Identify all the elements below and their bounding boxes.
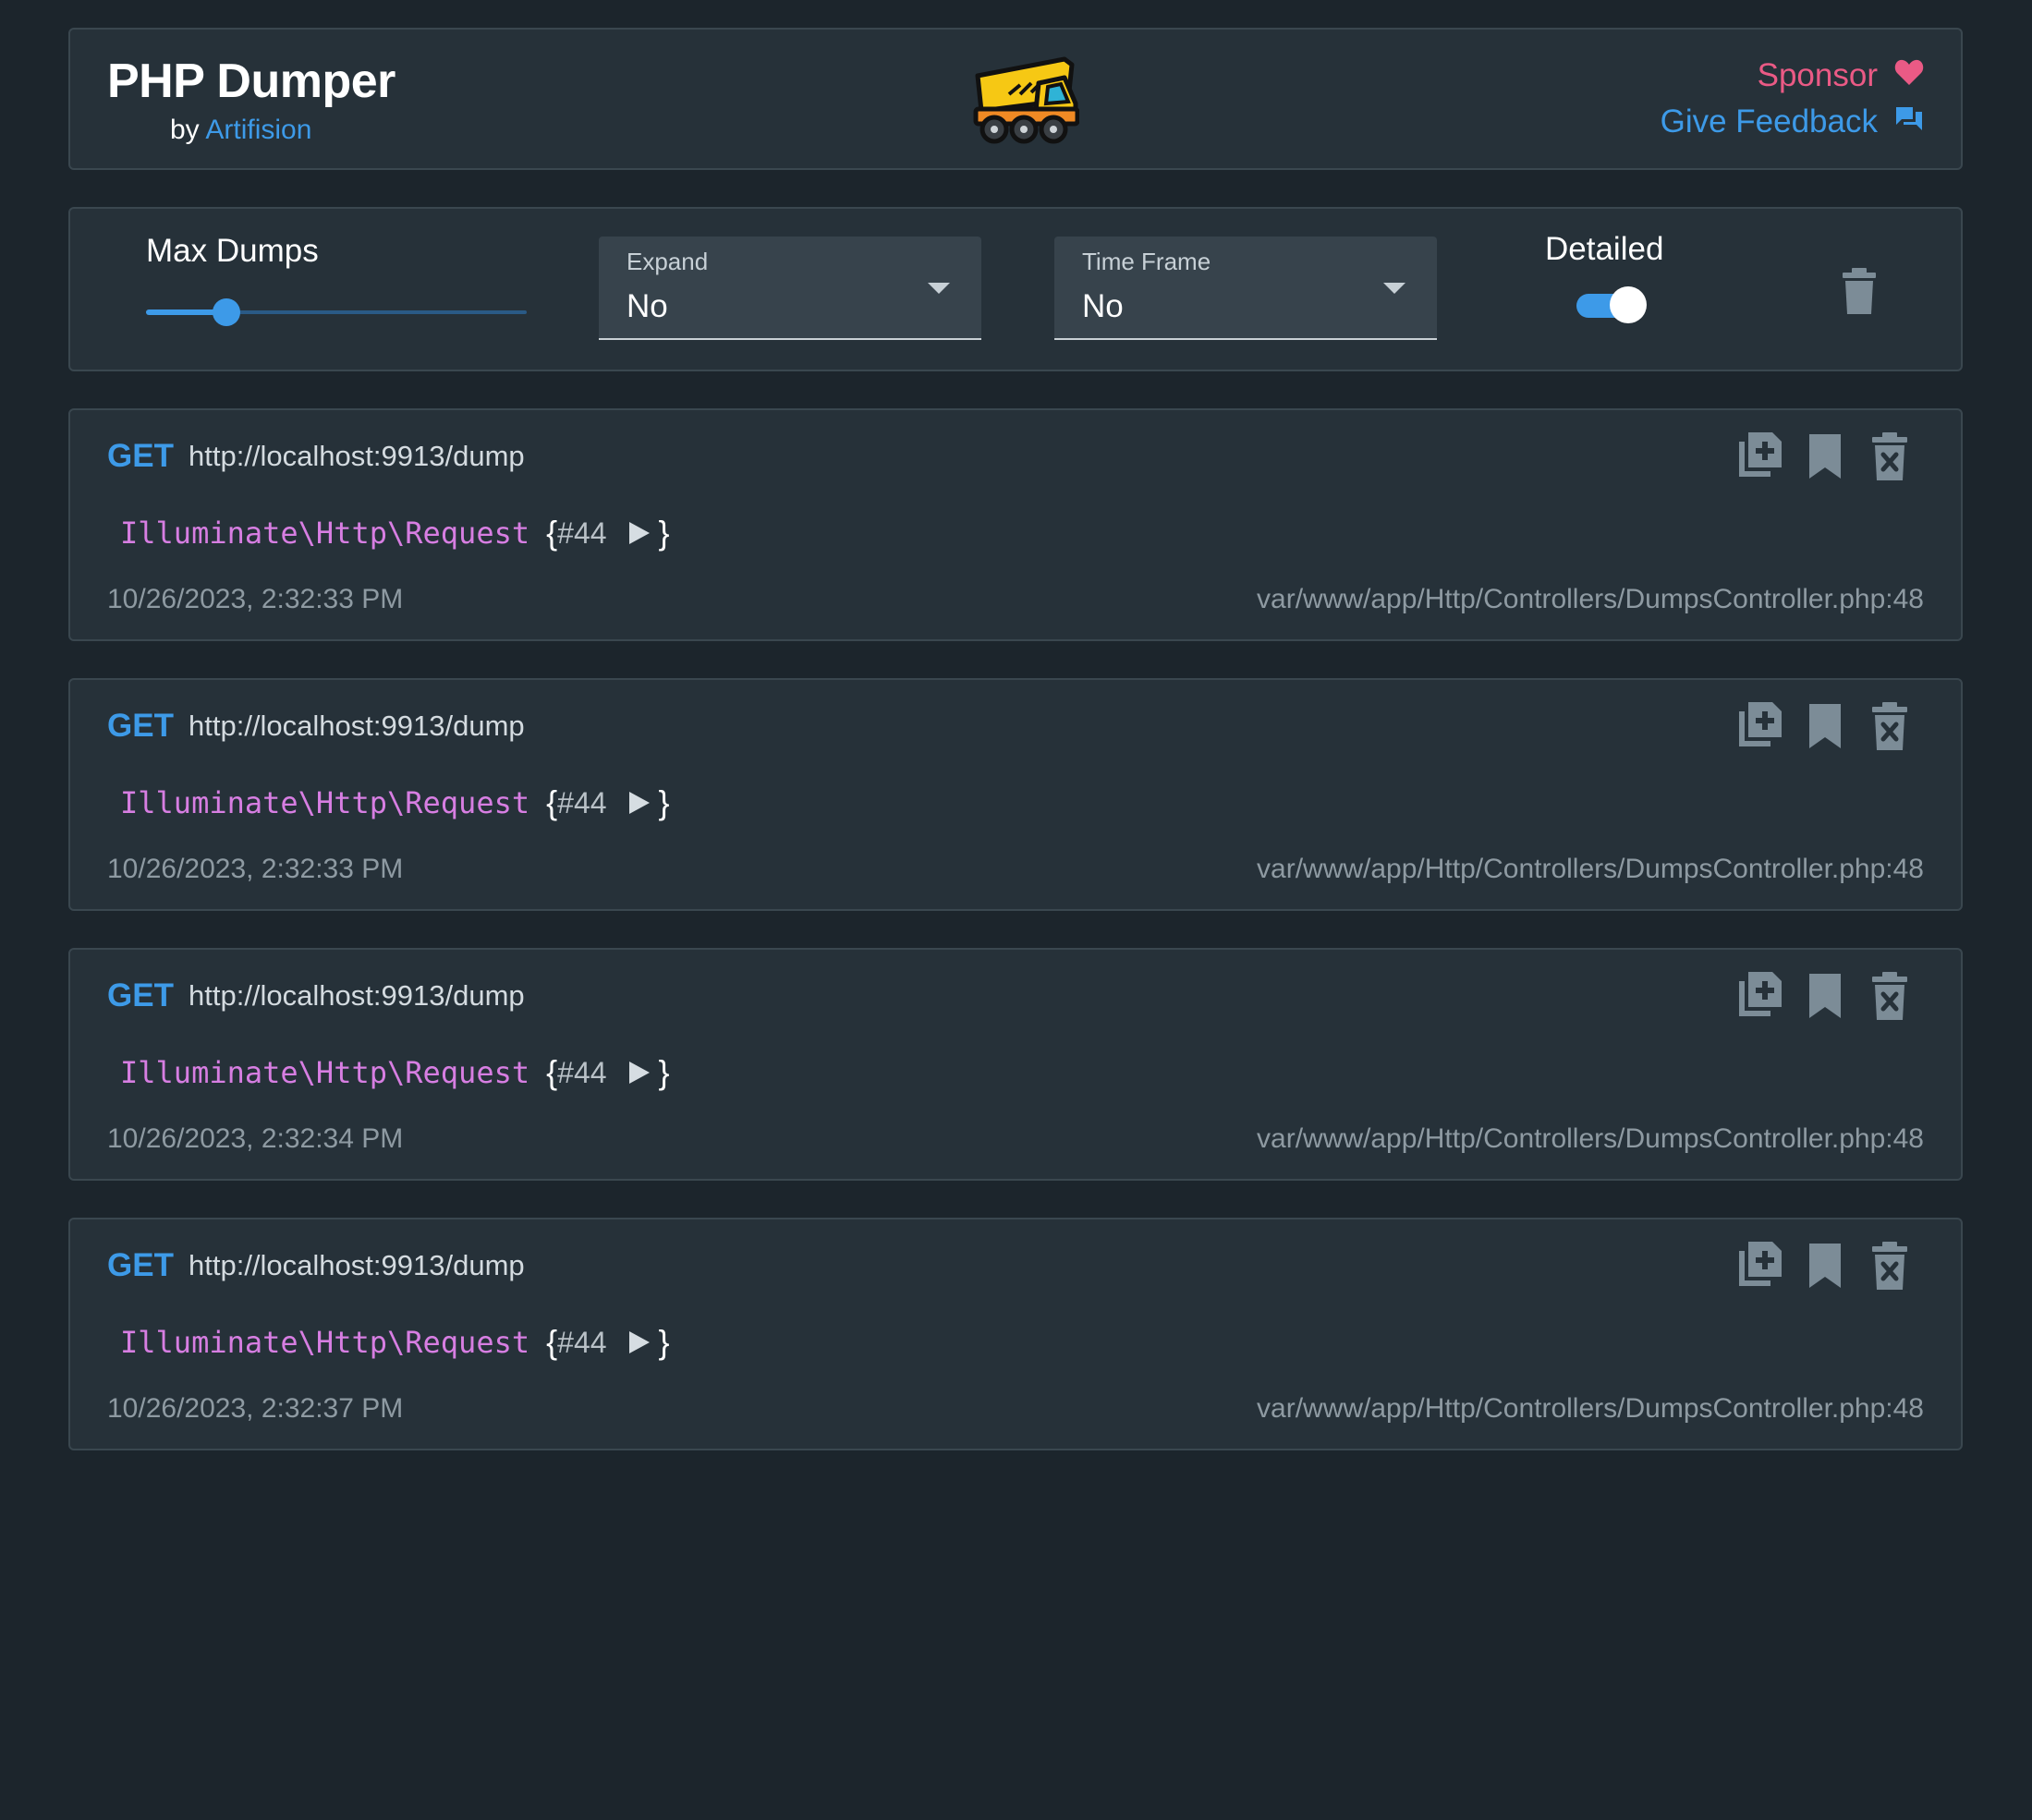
detailed-label: Detailed xyxy=(1545,231,1664,267)
toolbar: Max Dumps Expand No Time Frame No Detail… xyxy=(68,207,1963,371)
expand-arrow-icon[interactable] xyxy=(628,1062,650,1084)
max-dumps-label: Max Dumps xyxy=(146,233,319,269)
class-name: Illuminate\Http\Request xyxy=(120,785,530,820)
dump-file-location[interactable]: var/www/app/Http/Controllers/DumpsContro… xyxy=(1257,1123,1924,1155)
expand-arrow-icon[interactable] xyxy=(628,792,650,814)
dump-timestamp: 10/26/2023, 2:32:33 PM xyxy=(107,854,404,884)
sponsor-label: Sponsor xyxy=(1757,57,1878,93)
object-ref: #44 xyxy=(557,516,607,550)
http-method: GET xyxy=(107,438,174,474)
app-header: PHP Dumper by Artifision Sponsor Give Fe… xyxy=(68,28,1963,170)
dump-card: GET http://localhost:9913/dump Illuminat… xyxy=(68,948,1963,1181)
copy-icon[interactable] xyxy=(1735,970,1785,1022)
open-brace: { xyxy=(546,514,558,552)
object-ref: #44 xyxy=(557,1325,607,1359)
open-brace: { xyxy=(546,1323,558,1361)
dump-truck-icon xyxy=(972,55,1080,144)
dump-actions xyxy=(1735,700,1915,752)
close-brace: } xyxy=(658,1053,670,1091)
class-name: Illuminate\Http\Request xyxy=(120,1325,530,1360)
time-frame-select-value: No xyxy=(1082,288,1124,324)
clear-all-button[interactable] xyxy=(1839,268,1880,316)
max-dumps-slider[interactable] xyxy=(146,294,527,331)
request-url: http://localhost:9913/dump xyxy=(189,1249,525,1281)
expand-arrow-icon[interactable] xyxy=(628,1331,650,1353)
delete-icon[interactable] xyxy=(1865,431,1915,482)
http-method: GET xyxy=(107,708,174,744)
byline-prefix: by xyxy=(170,115,200,145)
dump-file-location[interactable]: var/www/app/Http/Controllers/DumpsContro… xyxy=(1257,584,1924,615)
request-url: http://localhost:9913/dump xyxy=(189,440,525,472)
dump-card: GET http://localhost:9913/dump Illuminat… xyxy=(68,408,1963,641)
dump-file-location[interactable]: var/www/app/Http/Controllers/DumpsContro… xyxy=(1257,1393,1924,1425)
dump-value: Illuminate\Http\Request { #44 } xyxy=(120,1323,670,1362)
heart-icon xyxy=(1894,57,1924,94)
class-name: Illuminate\Http\Request xyxy=(120,1055,530,1090)
expand-arrow-icon[interactable] xyxy=(628,522,650,544)
dump-value: Illuminate\Http\Request { #44 } xyxy=(120,1053,670,1092)
trash-icon xyxy=(1839,268,1880,320)
dump-timestamp: 10/26/2023, 2:32:33 PM xyxy=(107,584,404,614)
copy-icon[interactable] xyxy=(1735,700,1785,752)
slider-thumb[interactable] xyxy=(212,298,240,326)
detailed-toggle[interactable] xyxy=(1576,285,1647,325)
expand-select-value: No xyxy=(627,288,668,324)
dump-actions xyxy=(1735,431,1915,482)
open-brace: { xyxy=(546,1053,558,1091)
open-brace: { xyxy=(546,783,558,821)
close-brace: } xyxy=(658,783,670,821)
copy-icon[interactable] xyxy=(1735,431,1785,482)
dump-value: Illuminate\Http\Request { #44 } xyxy=(120,514,670,552)
dump-file-location[interactable]: var/www/app/Http/Controllers/DumpsContro… xyxy=(1257,854,1924,885)
feedback-label: Give Feedback xyxy=(1660,103,1878,140)
copy-icon[interactable] xyxy=(1735,1240,1785,1292)
bookmark-icon[interactable] xyxy=(1800,700,1850,752)
delete-icon[interactable] xyxy=(1865,1240,1915,1292)
time-frame-select[interactable]: Time Frame No xyxy=(1054,237,1437,340)
dump-actions xyxy=(1735,1240,1915,1292)
object-ref: #44 xyxy=(557,1055,607,1089)
app-page: PHP Dumper by Artifision Sponsor Give Fe… xyxy=(0,0,2032,1820)
http-method: GET xyxy=(107,1247,174,1283)
delete-icon[interactable] xyxy=(1865,970,1915,1022)
toggle-knob xyxy=(1610,286,1647,323)
bookmark-icon[interactable] xyxy=(1800,431,1850,482)
dump-actions xyxy=(1735,970,1915,1022)
give-feedback-link[interactable]: Give Feedback xyxy=(1661,103,1924,140)
bookmark-icon[interactable] xyxy=(1800,970,1850,1022)
close-brace: } xyxy=(658,1323,670,1361)
close-brace: } xyxy=(658,514,670,552)
dump-timestamp: 10/26/2023, 2:32:37 PM xyxy=(107,1393,404,1424)
dump-timestamp: 10/26/2023, 2:32:34 PM xyxy=(107,1123,404,1154)
request-url: http://localhost:9913/dump xyxy=(189,979,525,1012)
app-title: PHP Dumper xyxy=(107,55,395,108)
expand-select[interactable]: Expand No xyxy=(599,237,981,340)
bookmark-icon[interactable] xyxy=(1800,1240,1850,1292)
chevron-down-icon xyxy=(928,283,950,294)
sponsor-link[interactable]: Sponsor xyxy=(1758,57,1924,94)
chevron-down-icon xyxy=(1383,283,1405,294)
object-ref: #44 xyxy=(557,785,607,819)
request-url: http://localhost:9913/dump xyxy=(189,710,525,742)
author-link[interactable]: Artifision xyxy=(205,115,311,145)
byline: by Artifision xyxy=(170,115,311,146)
class-name: Illuminate\Http\Request xyxy=(120,516,530,551)
dump-card: GET http://localhost:9913/dump Illuminat… xyxy=(68,678,1963,911)
http-method: GET xyxy=(107,977,174,1013)
dump-card: GET http://localhost:9913/dump Illuminat… xyxy=(68,1218,1963,1450)
delete-icon[interactable] xyxy=(1865,700,1915,752)
chat-icon xyxy=(1894,103,1924,140)
expand-select-label: Expand xyxy=(627,248,709,275)
dump-value: Illuminate\Http\Request { #44 } xyxy=(120,783,670,822)
time-frame-select-label: Time Frame xyxy=(1082,248,1211,275)
